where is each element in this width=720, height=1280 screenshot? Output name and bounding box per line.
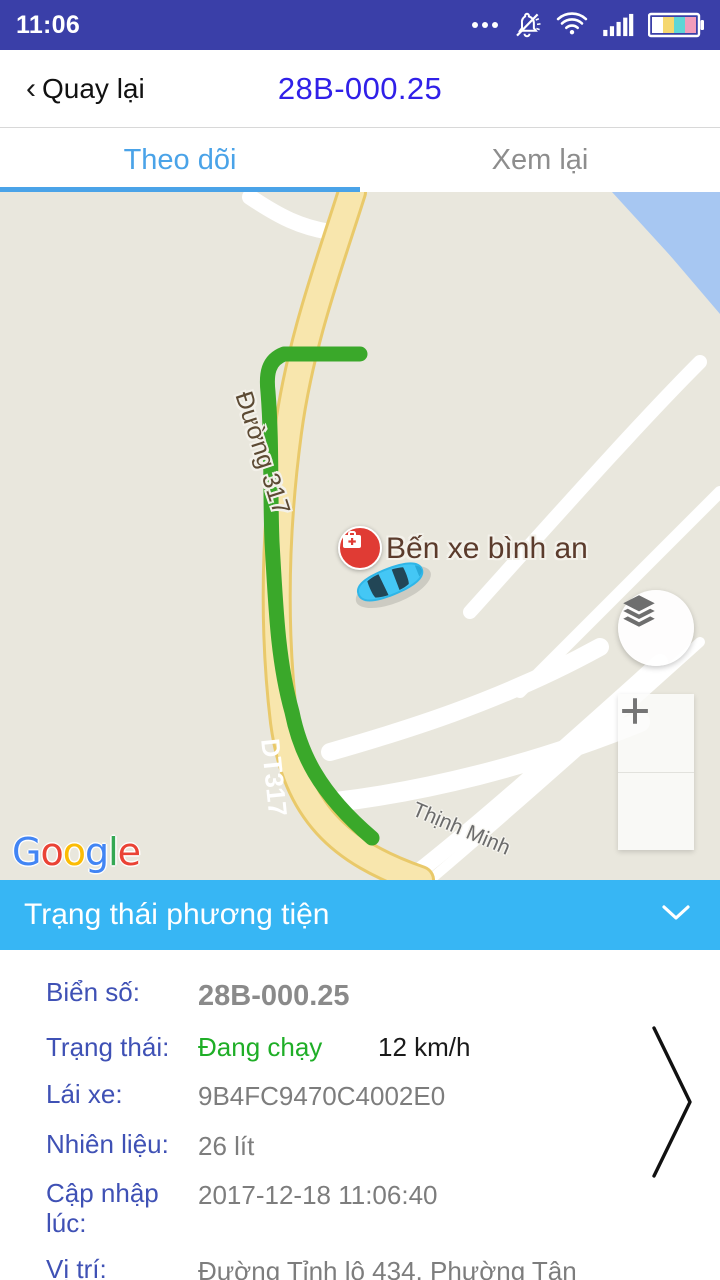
chevron-down-icon[interactable] (656, 900, 696, 931)
tab-theo-doi[interactable]: Theo dõi (0, 128, 360, 192)
zoom-out-button[interactable] (618, 709, 694, 850)
detail-row-status: Trạng thái: Đang chạy 12 km/h (0, 1031, 720, 1080)
app-screen: 11:06 ‹ Quay lại 28B-000.25 Theo dõi Xem… (0, 0, 720, 1280)
tab-xem-lai-label: Xem lại (491, 143, 589, 176)
detail-row-plate: Biển số: 28B-000.25 (0, 977, 720, 1031)
detail-label-plate: Biển số: (46, 977, 140, 1007)
minus-icon (622, 709, 648, 713)
detail-label-driver: Lái xe: (46, 1079, 123, 1110)
chevron-right-icon[interactable] (632, 1022, 712, 1182)
detail-row-driver: Lái xe: 9B4FC9470C4002E0 (0, 1079, 720, 1129)
more-dots-icon (472, 22, 498, 28)
detail-row-location: Vị trí: Đường Tỉnh lộ 434, Phường Tân Ho… (0, 1253, 720, 1280)
detail-value-status: Đang chạy (198, 1032, 323, 1063)
tab-xem-lai[interactable]: Xem lại (360, 128, 720, 192)
detail-label-status: Trạng thái: (46, 1032, 170, 1063)
detail-label-location: Vị trí: (46, 1253, 107, 1280)
signal-icon (603, 13, 634, 37)
vehicle-detail-list: Biển số: 28B-000.25 Trạng thái: Đang chạ… (0, 950, 720, 1280)
detail-label-fuel: Nhiên liệu: (46, 1128, 169, 1159)
detail-value-plate: 28B-000.25 (198, 980, 350, 1012)
detail-row-fuel: Nhiên liệu: 26 lít (0, 1128, 720, 1179)
page-title: 28B-000.25 (277, 70, 443, 106)
detail-row-updated: Cập nhập lúc: 2017-12-18 11:06:40 (0, 1177, 720, 1255)
tab-bar: Theo dõi Xem lại (0, 128, 720, 192)
vehicle-status-header[interactable]: Trạng thái phương tiện (0, 880, 720, 950)
bell-muted-icon (516, 12, 541, 38)
status-clock: 11:06 (16, 10, 81, 39)
detail-label-updated: Cập nhập lúc: (46, 1177, 159, 1238)
google-logo: Google (12, 830, 141, 874)
detail-value-driver: 9B4FC9470C4002E0 (198, 1081, 446, 1112)
vehicle-status-title: Trạng thái phương tiện (24, 898, 330, 931)
wifi-icon (556, 12, 588, 35)
nav-bar: ‹ Quay lại 28B-000.25 (0, 50, 720, 128)
tab-theo-doi-label: Theo dõi (123, 143, 237, 176)
layers-icon[interactable] (618, 590, 694, 666)
zoom-controls (618, 694, 694, 850)
detail-value-fuel: 26 lít (198, 1130, 255, 1161)
status-icon-group (472, 10, 704, 40)
detail-value-updated: 2017-12-18 11:06:40 (198, 1179, 438, 1210)
map-view[interactable]: Đường 317 DT317 Thịnh Minh Bến xe bình a… (0, 192, 720, 880)
battery-icon (648, 12, 704, 38)
status-bar: 11:06 (0, 0, 720, 50)
detail-value-location: Đường Tỉnh lộ 434, Phường Tân Hoa, Hòa B… (198, 1255, 577, 1280)
detail-value-speed: 12 km/h (378, 1032, 471, 1063)
